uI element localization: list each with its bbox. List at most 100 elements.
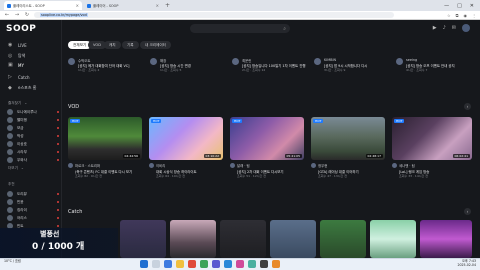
chevron-right-icon[interactable]: › <box>464 103 471 110</box>
forward-icon[interactable]: → <box>14 12 20 18</box>
follow-item[interactable]: 박성 <box>7 133 59 139</box>
edge-icon[interactable] <box>164 260 172 268</box>
follow-item[interactable]: 도나에이루나 <box>7 109 59 115</box>
vod-thumbnail[interactable]: HOT 02:48:17 <box>311 117 385 160</box>
chip-record[interactable]: 기록 <box>122 41 139 49</box>
app-icon[interactable] <box>212 260 220 268</box>
more-label: 더보기 <box>8 166 18 170</box>
search-input[interactable]: ⌕ <box>190 24 290 33</box>
soop-favicon-icon <box>7 3 11 8</box>
chip-label: 캐치 <box>109 42 116 47</box>
bell-icon[interactable]: ♪ <box>443 25 446 31</box>
profile-icon[interactable]: ◉ <box>464 13 468 18</box>
catch-thumbnail[interactable] <box>370 220 416 258</box>
post-author: seeing <box>406 58 418 62</box>
live-dot-icon <box>57 127 59 129</box>
maximize-icon[interactable]: □ <box>457 3 462 9</box>
app-icon[interactable] <box>200 260 208 268</box>
close-window-icon[interactable]: ✕ <box>470 3 474 9</box>
close-tab-icon[interactable]: × <box>76 3 79 8</box>
sidebar-item-catch[interactable]: ▷ Catch <box>8 75 30 81</box>
broadcast-icon[interactable]: ▶ <box>433 25 437 31</box>
live-dot-icon <box>57 225 59 227</box>
browser-tab-1[interactable]: 플레이리스트 - SOOP × <box>4 1 82 10</box>
new-tab-icon[interactable]: + <box>165 2 170 9</box>
sidebar-item-esports[interactable]: ◆ e스포츠 홈 <box>8 85 36 91</box>
vod-thumbnail[interactable]: HOT 03:10:22 <box>149 117 223 160</box>
soop-logo[interactable]: SOOP <box>6 24 36 34</box>
chip-creator[interactable]: 내 크리에이터 <box>140 41 171 49</box>
star-icon[interactable]: ☆ <box>447 13 451 18</box>
recommend-item[interactable]: 어리스 <box>7 215 59 221</box>
search-taskbar-icon[interactable] <box>152 260 160 268</box>
post-meta: 4시간 · 조회수 7 <box>406 68 428 72</box>
chevron-right-icon[interactable]: › <box>464 208 471 215</box>
avatar <box>230 163 235 168</box>
avatar[interactable] <box>462 24 470 32</box>
catch-thumbnail[interactable] <box>120 220 166 258</box>
vod-info[interactable]: 이비리 대회 시상식 방송 하이라이트 조회수 64 · 10시간 전 <box>149 163 223 178</box>
hot-badge: HOT <box>232 119 243 123</box>
recommend-item[interactable]: 도리뷰 <box>7 191 59 197</box>
recommend-item[interactable]: 빈윤 <box>7 199 59 205</box>
vod-info[interactable]: 마르크 · 스트리머 (축구 콘텐츠) FC 대결 이벤트 다시 보기 조회수 82… <box>68 163 142 178</box>
chip-catch[interactable]: 캐치 <box>104 41 121 49</box>
follow-item[interactable]: 시라부 <box>7 149 59 155</box>
avatar <box>7 133 13 139</box>
live-icon: ◉ <box>8 42 13 48</box>
catch-thumbnail[interactable] <box>220 220 266 258</box>
more-button[interactable]: 더보기 ⌄ <box>8 166 24 171</box>
window-controls: — □ ✕ <box>444 3 480 9</box>
follow-name: 도나에이루나 <box>17 109 37 114</box>
menu-icon[interactable]: ⋮ <box>472 13 476 18</box>
app-icon[interactable] <box>224 260 232 268</box>
catch-thumbnail[interactable] <box>170 220 216 258</box>
chevron-down-icon[interactable]: ⌄ <box>24 101 27 106</box>
follow-item[interactable]: 보금 <box>7 125 59 131</box>
vod-info[interactable]: 세나맨 · 팀 [LoL] 랭크 게임 방송 조회수 33 · 14시간 전 <box>392 163 472 178</box>
avatar <box>7 199 13 205</box>
message-icon[interactable]: ✉ <box>452 25 456 31</box>
extensions-icon[interactable]: ⧉ <box>456 13 459 18</box>
search-icon[interactable]: ⌕ <box>283 26 286 32</box>
catch-thumbnail[interactable] <box>270 220 316 258</box>
follow-item[interactable]: 빨미펑 <box>7 117 59 123</box>
vod-thumbnail[interactable]: HOT 04:44:56 <box>68 117 142 160</box>
sidebar-item-my[interactable]: ▣ MY <box>8 63 24 69</box>
browser-tab-2[interactable]: 플레이어 - SOOP × <box>84 1 162 10</box>
follow-section-header: 즐겨찾기 ⌄ <box>8 101 27 106</box>
sidebar-item-explore[interactable]: ◎ 탐색 <box>8 53 25 59</box>
logo-text: SOOP <box>6 24 37 34</box>
catch-thumbnail[interactable] <box>420 220 472 258</box>
url-input[interactable]: sooplive.co.kr/mypage/vod <box>34 12 394 18</box>
app-icon[interactable] <box>260 260 268 268</box>
tab-label: 플레이어 - SOOP <box>93 4 119 8</box>
follow-name: 보금 <box>17 125 24 130</box>
folder-icon[interactable] <box>176 260 184 268</box>
follow-name: 박성 <box>17 133 24 138</box>
app-icon[interactable] <box>236 260 244 268</box>
duration: 06:02:41 <box>452 154 470 158</box>
recommend-item[interactable]: 킹라이 <box>7 207 59 213</box>
close-tab-icon[interactable]: × <box>156 3 159 8</box>
weather-widget[interactable]: 10°C / 흐림 <box>4 259 21 263</box>
hot-badge: HOT <box>394 119 405 123</box>
minimize-icon[interactable]: — <box>444 3 449 9</box>
vod-info[interactable]: 달래 · 팀 [공지] 2차 대회 이벤트 다시보기 조회수 51 · 12시간 전 <box>230 163 304 178</box>
hot-badge: HOT <box>70 119 81 123</box>
live-dot-icon <box>57 159 59 161</box>
follow-item[interactable]: 우와사 <box>7 157 59 163</box>
system-tray[interactable]: 오후 7:43 2025-02-04 <box>457 259 476 267</box>
sidebar-item-live[interactable]: ◉ LIVE <box>8 42 27 49</box>
vod-thumbnail[interactable]: HOT 05:21:05 <box>230 117 304 160</box>
app-icon[interactable] <box>272 260 280 268</box>
catch-thumbnail[interactable] <box>320 220 366 258</box>
app-icon[interactable] <box>248 260 256 268</box>
back-icon[interactable]: ← <box>4 12 10 18</box>
reload-icon[interactable]: ↻ <box>24 12 30 18</box>
vod-thumbnail[interactable]: HOT 06:02:41 <box>392 117 472 160</box>
follow-item[interactable]: 이상호 <box>7 141 59 147</box>
windows-start-icon[interactable] <box>140 260 148 268</box>
vod-info[interactable]: 정우현 [GTA] 레이싱 대결 이어하기 조회수 47 · 13시간 전 <box>311 163 385 178</box>
app-icon[interactable] <box>188 260 196 268</box>
